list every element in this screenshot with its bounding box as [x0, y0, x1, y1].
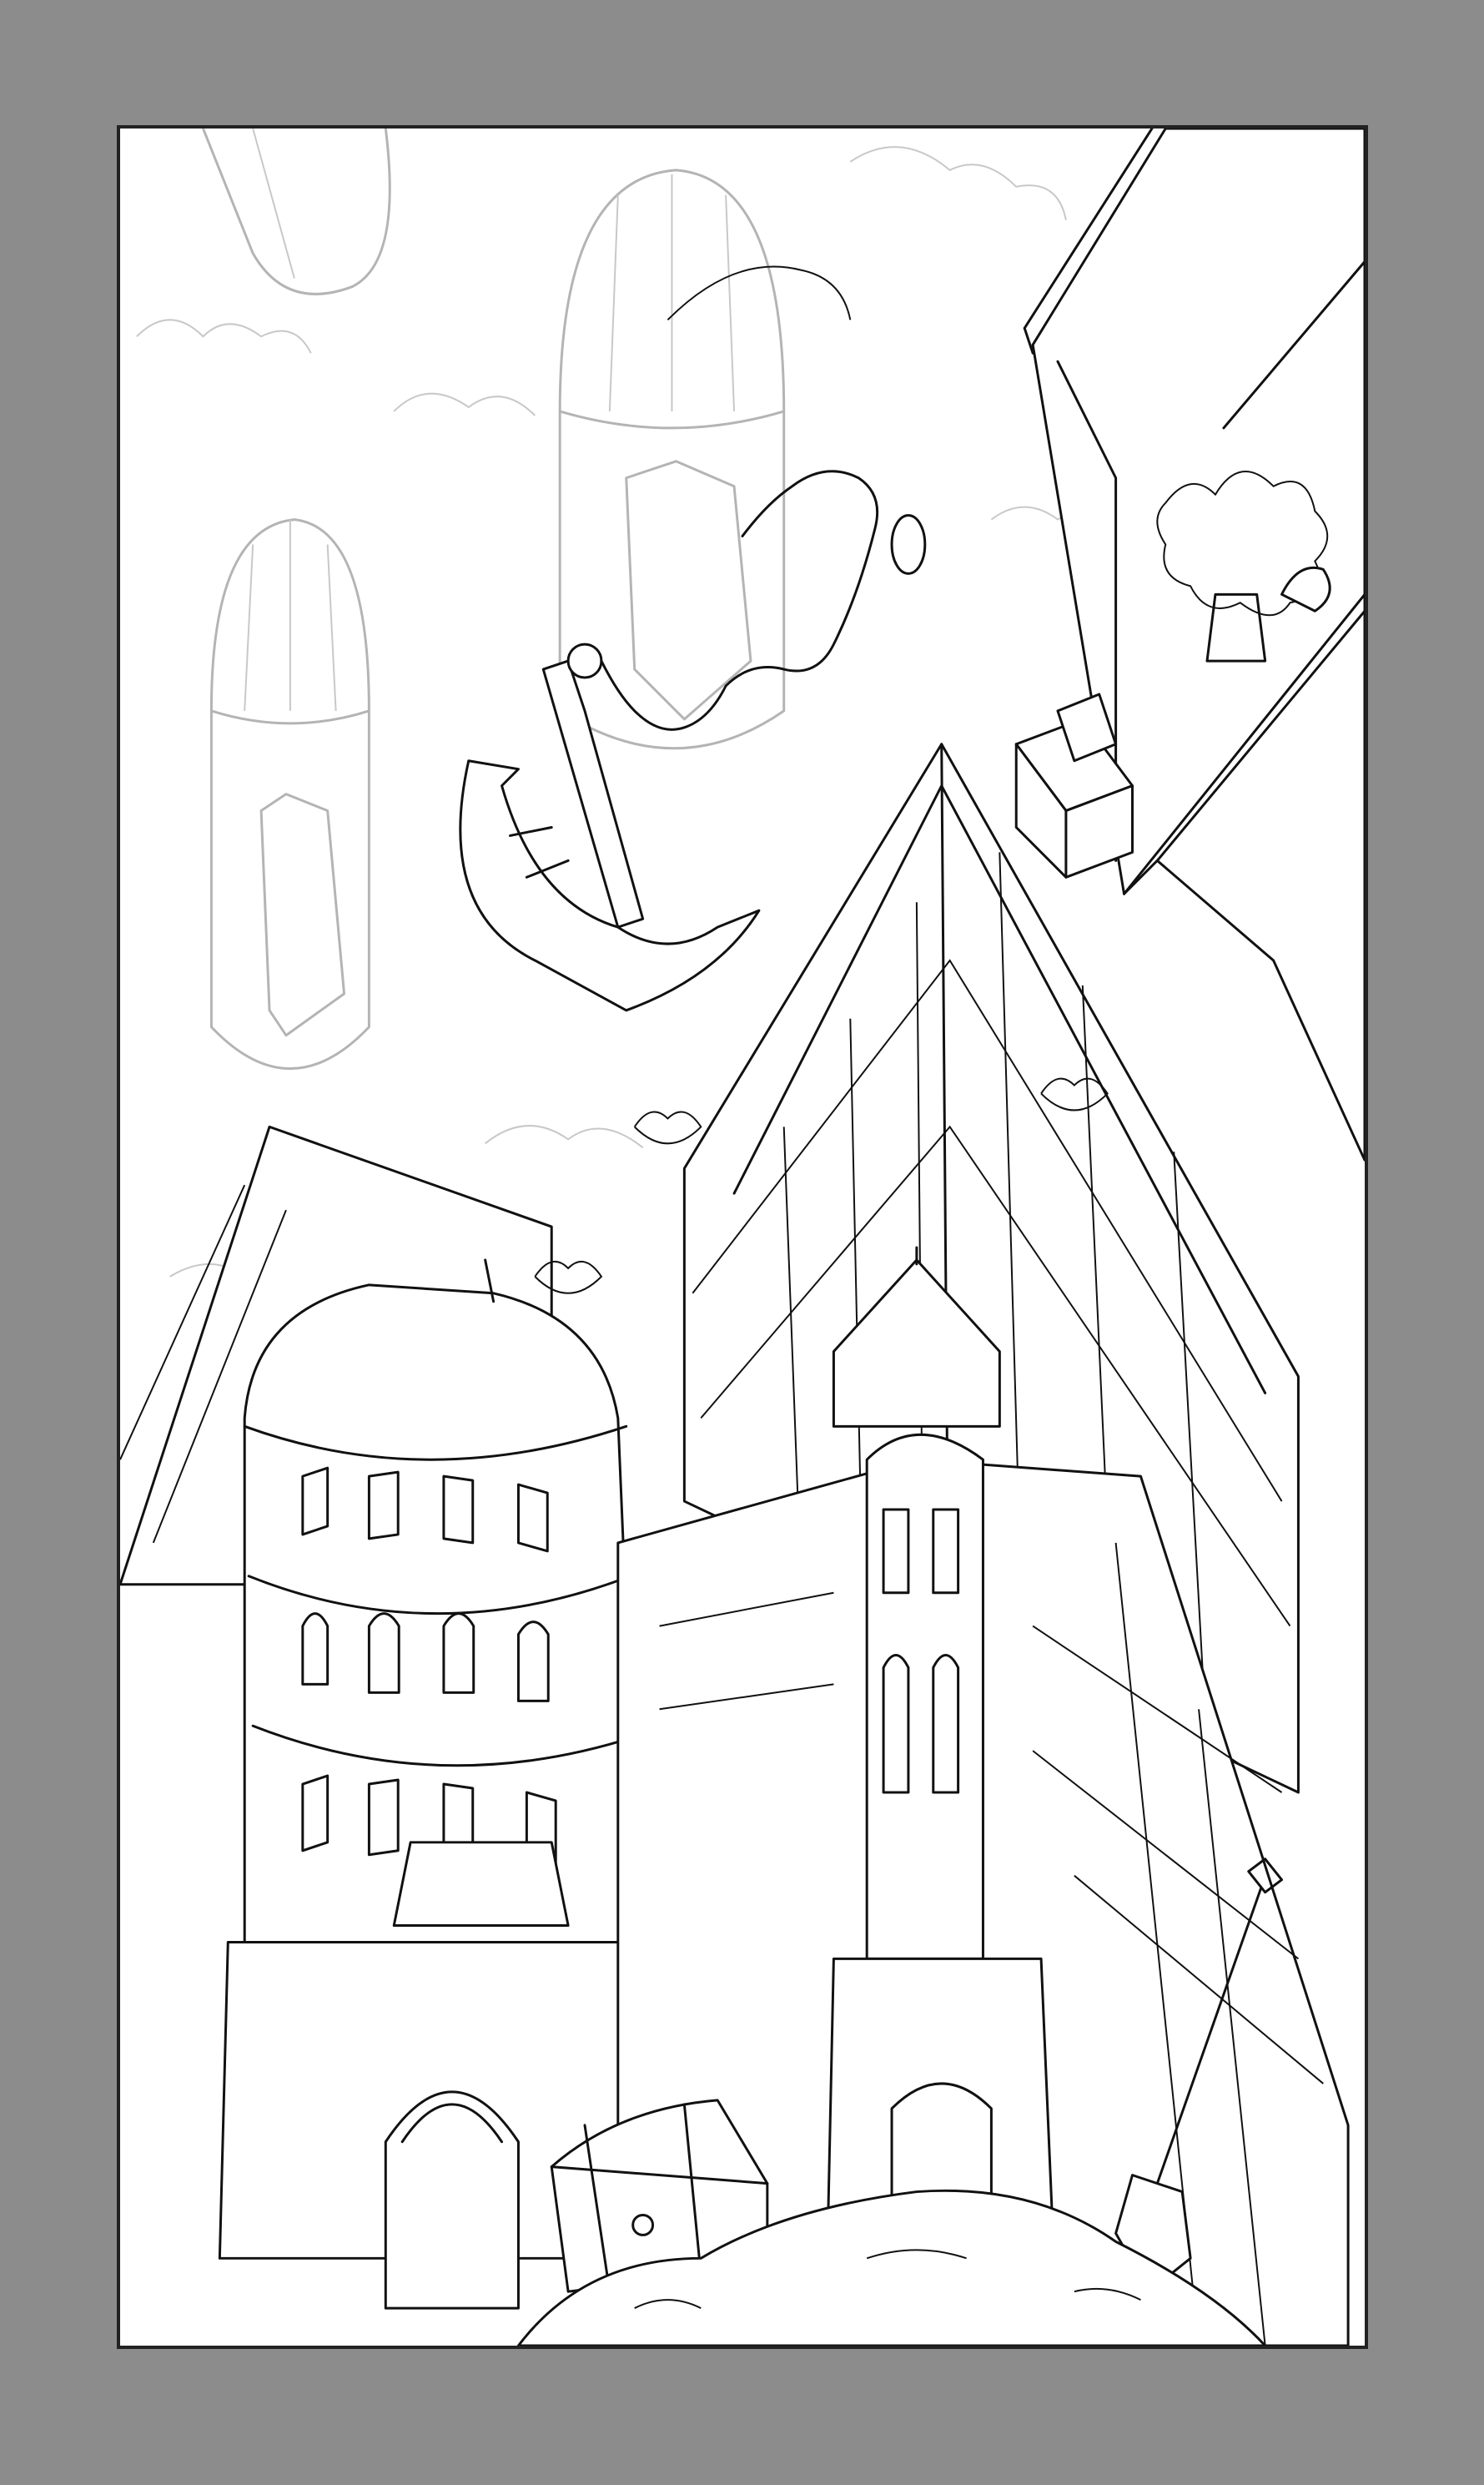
illustration-panel	[117, 125, 1368, 2349]
line-art-illustration	[120, 129, 1365, 2346]
chain	[600, 265, 927, 731]
anchor	[459, 643, 761, 1012]
gray-frame	[0, 0, 1484, 2485]
airship-top-left	[202, 129, 391, 295]
airship-left	[209, 518, 370, 1071]
